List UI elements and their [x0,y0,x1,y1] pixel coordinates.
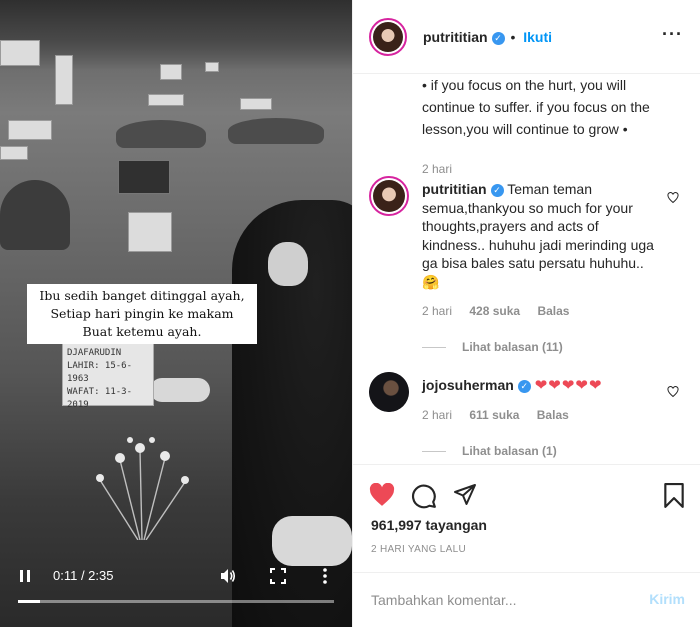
woman-hand [150,378,210,402]
post-header: putrititian ✓ • Ikuti ··· [353,0,700,74]
comment-meta: 2 hari 611 suka Balas [422,408,583,422]
view-replies[interactable]: Lihat balasan (1) [422,444,557,458]
comment-likes[interactable]: 611 suka [469,408,519,422]
comment-meta: 2 hari 428 suka Balas [422,304,583,318]
comment-item: putrititian ✓ Teman teman semua,thankyou … [369,176,689,356]
view-replies[interactable]: Lihat balasan (11) [422,340,563,354]
video-controls: 0:11 / 2:35 [0,556,352,627]
tombstone-death: WAFAT: 11-3-2019 [67,387,133,410]
tombstone-birth: LAHIR: 15-6-1963 [67,361,133,384]
grave-stone [128,212,172,252]
volume-icon[interactable] [219,567,237,585]
post-comment-button[interactable]: Kirim [649,591,685,607]
grave-stone [8,120,52,140]
comment-icon[interactable] [411,483,437,509]
view-replies-label: Lihat balasan (1) [462,444,557,458]
grave-stone [205,62,219,72]
grave-stone [0,40,40,66]
verified-icon: ✓ [490,183,504,197]
follow-button[interactable]: Ikuti [523,29,552,45]
comment-body: putrititian ✓ Teman teman semua,thankyou … [422,180,660,291]
comment-time: 2 hari [422,408,453,422]
more-vertical-icon[interactable] [322,567,328,585]
post-panel: putrititian ✓ • Ikuti ··· • if you focus … [352,0,700,627]
caption-line: Buat ketemu ayah. [82,324,202,339]
video-player[interactable]: DJAFARUDIN LAHIR: 15-6-1963 WAFAT: 11-3-… [0,0,352,627]
heart-icon[interactable] [667,386,679,398]
grave-stone [160,64,182,80]
woman-face [268,242,308,286]
grave-stone [55,55,73,105]
video-progress-bar[interactable] [18,600,334,603]
caption-time: 2 hari [422,162,453,176]
play-pause-icon[interactable] [19,569,31,583]
tombstone: DJAFARUDIN LAHIR: 15-6-1963 WAFAT: 11-3-… [62,336,154,410]
video-time: 0:11 / 2:35 [53,568,114,583]
grave-stone [240,98,272,110]
comment-text: ❤❤❤❤❤ [534,377,603,394]
avatar[interactable] [369,372,409,412]
header-separator: • [510,29,516,45]
grave-mound [0,180,70,250]
flowers [96,437,189,540]
comment-item: jojosuherman ✓ ❤❤❤❤❤ 2 hari 611 suka Bala… [369,372,689,462]
view-count[interactable]: 961,997 tayangan [371,517,487,533]
comment-body: jojosuherman ✓ ❤❤❤❤❤ [422,376,660,396]
bookmark-icon[interactable] [663,483,685,509]
grave-mound [228,118,324,144]
fullscreen-icon[interactable] [270,568,286,584]
background-trees [0,0,352,70]
verified-icon: ✓ [517,379,531,393]
more-horizontal-icon[interactable]: ··· [662,24,683,45]
caption-line: Ibu sedih banget ditinggal ayah, [39,288,245,303]
comment-username[interactable]: jojosuherman [422,377,514,393]
caption-line: Setiap hari pingin ke makam [50,306,234,321]
heart-icon[interactable] [667,192,679,204]
share-icon[interactable] [453,483,477,507]
heart-icon[interactable] [369,483,395,507]
reply-button[interactable]: Balas [537,408,569,422]
header-username[interactable]: putrititian [423,29,488,45]
comment-text: Teman teman semua,thankyou so much for y… [422,181,654,290]
avatar[interactable] [369,18,407,56]
grave-mound [116,120,206,148]
video-progress-fill [18,600,41,603]
add-comment-bar: Kirim [353,572,700,627]
video-caption: Ibu sedih banget ditinggal ayah, Setiap … [27,284,257,344]
comments-list[interactable]: • if you focus on the hurt, you will con… [353,74,700,464]
post-actions: 961,997 tayangan 2 HARI YANG LALU [353,464,700,574]
grave-stone [0,146,28,160]
verified-icon: ✓ [491,31,505,45]
comment-time: 2 hari [422,304,453,318]
post-date[interactable]: 2 HARI YANG LALU [371,544,466,555]
reply-button[interactable]: Balas [537,304,569,318]
header-user-line: putrititian ✓ • Ikuti [423,29,552,45]
avatar[interactable] [369,176,409,216]
comment-username[interactable]: putrititian [422,181,487,197]
comment-likes[interactable]: 428 suka [469,304,520,318]
caption-text: • if you focus on the hurt, you will con… [422,77,650,137]
view-replies-label: Lihat balasan (11) [462,340,563,354]
grave-stone [148,94,184,106]
grave-stone [118,160,170,194]
caption-continuation: • if you focus on the hurt, you will con… [422,74,682,180]
tombstone-name: DJAFARUDIN [67,348,122,358]
comment-input[interactable] [371,587,631,613]
